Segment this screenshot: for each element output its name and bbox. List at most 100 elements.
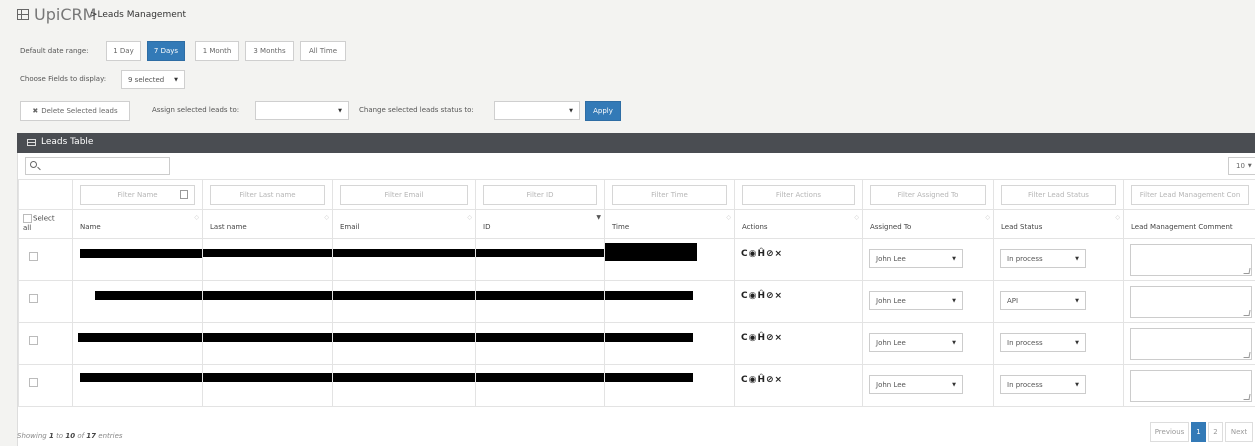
redaction-bar [605, 333, 693, 342]
assigned-to-select[interactable]: John Lee ▼ [869, 375, 963, 394]
filter-row: Filter Name Filter Last name Filter Emai… [18, 179, 1255, 210]
lead-status-select[interactable]: API ▼ [1000, 291, 1086, 310]
row-actions-icons[interactable]: C◉Ĥ⊘× [741, 375, 783, 385]
assigned-to-select[interactable]: John Lee ▼ [869, 291, 963, 310]
redaction-bar [333, 249, 475, 257]
redaction-bar [476, 291, 604, 300]
table-row: C◉Ĥ⊘× John Lee ▼ In process ▼ [18, 322, 1255, 365]
column-lead-status[interactable]: Lead Status ◇ [993, 209, 1124, 239]
search-input[interactable] [25, 157, 170, 175]
column-actions[interactable]: Actions ◇ [734, 209, 863, 239]
redaction-bar [203, 373, 332, 382]
column-last-name[interactable]: Last name ◇ [202, 209, 333, 239]
sort-icon: ◇ [1115, 214, 1120, 221]
leads-table: Filter Name Filter Last name Filter Emai… [18, 179, 1255, 407]
grid-icon [17, 9, 29, 20]
filter-actions-input[interactable]: Filter Actions [742, 184, 855, 205]
filter-email-input[interactable]: Filter Email [340, 184, 468, 205]
sort-icon: ◇ [467, 214, 472, 221]
column-time[interactable]: Time ◇ [604, 209, 735, 239]
comment-textarea[interactable] [1130, 286, 1252, 318]
select-all-checkbox[interactable] [23, 214, 32, 223]
comment-textarea[interactable] [1130, 244, 1252, 276]
fields-label: Choose Fields to display: [20, 75, 107, 83]
redaction-bar [476, 373, 604, 382]
assign-select[interactable]: ▼ [255, 101, 349, 120]
breadcrumb: >Leads Management [90, 10, 186, 20]
redaction-bar [476, 333, 604, 342]
pagination-next[interactable]: Next [1225, 422, 1253, 442]
range-3-months-button[interactable]: 3 Months [245, 41, 294, 61]
sort-icon: ◇ [726, 214, 731, 221]
select-all-header[interactable]: Select all [18, 209, 73, 239]
sort-desc-icon: ▼ [596, 214, 601, 221]
search-icon [30, 161, 37, 168]
redaction-bar [605, 291, 693, 300]
fields-select[interactable]: 9 selected ▼ [121, 70, 185, 89]
filter-last-name-input[interactable]: Filter Last name [210, 184, 325, 205]
caret-down-icon: ▼ [1075, 297, 1079, 304]
leads-table-header: Leads Table [17, 133, 1255, 153]
lead-status-select[interactable]: In process ▼ [1000, 249, 1086, 268]
pagination-previous[interactable]: Previous [1150, 422, 1189, 442]
lead-status-select[interactable]: In process ▼ [1000, 333, 1086, 352]
pagination-page-2[interactable]: 2 [1208, 422, 1223, 442]
redaction-bar [80, 249, 202, 258]
caret-down-icon: ▼ [952, 255, 956, 262]
range-1-month-button[interactable]: 1 Month [195, 41, 239, 61]
row-checkbox[interactable] [29, 252, 38, 261]
comment-textarea[interactable] [1130, 370, 1252, 402]
app-brand: UpiCRM [34, 5, 97, 24]
redaction-bar [605, 373, 693, 382]
column-email[interactable]: Email ◇ [332, 209, 476, 239]
row-checkbox[interactable] [29, 378, 38, 387]
pagination-page-1[interactable]: 1 [1191, 422, 1206, 442]
filter-id-input[interactable]: Filter ID [483, 184, 597, 205]
date-range-label: Default date range: [20, 47, 89, 55]
leads-table-panel: 10 ▼ Filter Name Filter Last name Filter… [17, 153, 1255, 446]
range-all-time-button[interactable]: All Time [300, 41, 346, 61]
sort-icon: ◇ [985, 214, 990, 221]
row-actions-icons[interactable]: C◉Ĥ⊘× [741, 291, 783, 301]
column-name[interactable]: Name ◇ [72, 209, 203, 239]
delete-selected-button[interactable]: ✖ Delete Selected leads [20, 101, 130, 121]
redaction-bar [605, 243, 697, 261]
caret-down-icon: ▼ [1075, 381, 1079, 388]
filter-name-input[interactable]: Filter Name [80, 184, 195, 205]
redaction-bar [203, 249, 332, 257]
table-info: Showing 1 to 10 of 17 entries [17, 432, 123, 440]
filter-status-input[interactable]: Filter Lead Status [1001, 184, 1116, 205]
column-id[interactable]: ID ▼ [475, 209, 605, 239]
column-comment[interactable]: Lead Management Comment [1123, 209, 1255, 239]
range-1-day-button[interactable]: 1 Day [106, 41, 141, 61]
row-checkbox[interactable] [29, 294, 38, 303]
caret-down-icon: ▼ [952, 381, 956, 388]
apply-button[interactable]: Apply [585, 101, 621, 121]
redaction-bar [80, 373, 202, 382]
caret-down-icon: ▼ [1075, 339, 1079, 346]
row-actions-icons[interactable]: C◉Ĥ⊘× [741, 333, 783, 343]
row-actions-icons[interactable]: C◉Ĥ⊘× [741, 249, 783, 259]
range-7-days-button[interactable]: 7 Days [147, 41, 185, 61]
redaction-bar [333, 291, 475, 300]
redaction-bar [333, 373, 475, 382]
close-icon: ✖ [32, 107, 39, 115]
assigned-to-select[interactable]: John Lee ▼ [869, 333, 963, 352]
filter-assigned-input[interactable]: Filter Assigned To [870, 184, 986, 205]
redaction-bar [203, 333, 332, 342]
table-row: C◉Ĥ⊘× John Lee ▼ API ▼ [18, 280, 1255, 323]
filter-time-input[interactable]: Filter Time [612, 184, 727, 205]
column-assigned-to[interactable]: Assigned To ◇ [862, 209, 994, 239]
lead-status-select[interactable]: In process ▼ [1000, 375, 1086, 394]
page-length-select[interactable]: 10 ▼ [1228, 157, 1255, 175]
table-row: C◉Ĥ⊘× John Lee ▼ In process ▼ [18, 238, 1255, 281]
sort-icon: ◇ [194, 214, 199, 221]
assigned-to-select[interactable]: John Lee ▼ [869, 249, 963, 268]
redaction-bar [203, 291, 332, 300]
caret-down-icon: ▼ [952, 339, 956, 346]
comment-textarea[interactable] [1130, 328, 1252, 360]
status-select[interactable]: ▼ [494, 101, 580, 120]
leads-table-title: Leads Table [41, 137, 94, 147]
row-checkbox[interactable] [29, 336, 38, 345]
filter-comment-input[interactable]: Filter Lead Management Con [1131, 184, 1249, 205]
